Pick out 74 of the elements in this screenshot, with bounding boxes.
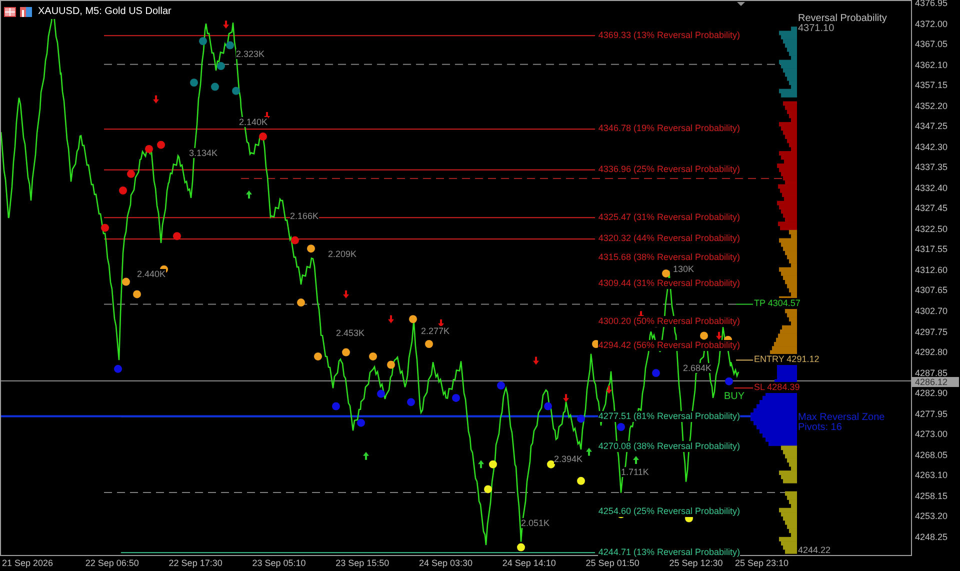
pivots-label: Pivots: 16 [798,423,843,433]
volume-label: 2.051K [521,518,550,528]
time-axis-label: 24 Sep 03:30 [419,558,473,569]
current-price-tag: 4286.12 [912,376,959,387]
volume-label: 3.134K [189,148,218,158]
price-axis-label: 4253.20 [914,511,949,522]
profile-top-price: 4371.10 [798,24,836,34]
price-axis-label: 4268.05 [914,450,949,460]
time-axis-label: 25 Sep 01:50 [586,558,640,569]
price-axis-label: 4332.40 [914,182,949,193]
price-axis-label: 4337.35 [914,162,949,172]
level-label: 4300.20 (50% Reversal Probability) [598,316,740,328]
take-profit-label: TP 4304.57 [754,298,800,310]
signal-label: BUY [724,391,745,402]
price-axis-label: 4342.30 [914,142,949,152]
time-axis-label: 23 Sep 05:10 [252,558,306,569]
level-label: 4294.42 (56% Reversal Probability) [598,340,740,352]
time-axis-label: 21 Sep 2026 [2,558,54,569]
volume-label: 2.684K [683,363,712,373]
volume-label: 2.209K [328,249,357,259]
price-axis-label: 4327.45 [914,203,949,214]
time-axis-label: 22 Sep 17:30 [168,558,222,569]
level-label: 4346.78 (19% Reversal Probability) [598,123,740,134]
price-axis-label: 4376.95 [914,0,949,8]
volume-label: 2.323K [236,49,265,59]
price-axis-label: 4297.75 [914,326,949,336]
level-label: 4325.47 (31% Reversal Probability) [598,212,740,223]
window-title: XAUUSD, M5: Gold US Dollar [38,4,172,19]
level-label: 4277.51 (81% Reversal Probability) [598,410,740,422]
price-axis-label: 4307.65 [914,285,949,296]
price-axis-label: 4352.20 [914,100,949,111]
volume-label: 2.453K [336,328,365,338]
price-axis-label: 4248.25 [914,532,949,542]
price-axis-label: 4317.55 [914,244,949,254]
volume-label: 2.277K [421,326,450,336]
level-label: 4369.33 (13% Reversal Probability) [598,30,740,41]
level-label: 4336.96 (25% Reversal Probability) [598,164,740,175]
price-axis-label: 4282.90 [914,388,949,398]
level-label: 4244.71 (13% Reversal Probability) [598,546,740,558]
time-axis-label: 24 Sep 14:10 [502,558,556,569]
price-axis-label: 4287.85 [914,368,949,378]
price-axis-label: 4273.00 [914,429,949,440]
price-axis-label: 4258.15 [914,490,949,501]
price-axis-label: 4292.80 [914,347,949,358]
price-axis-label: 4357.15 [914,80,949,90]
level-label: 4254.60 (25% Reversal Probability) [598,506,740,517]
level-label: 4315.68 (38% Reversal Probability) [598,252,740,264]
time-axis-label: 22 Sep 06:50 [85,558,139,569]
volume-label: 2.140K [239,117,268,127]
price-axis-label: 4312.60 [914,264,949,275]
level-label: 4309.44 (31% Reversal Probability) [598,278,740,290]
level-label: 4320.32 (44% Reversal Probability) [598,232,740,244]
volume-label: 2.440K [137,269,166,279]
price-axis-label: 4372.00 [914,18,949,29]
time-axis-label: 25 Sep 12:30 [669,558,723,569]
profile-bottom-price: 4244.22 [798,546,831,555]
price-axis-label: 4362.10 [914,60,949,70]
volume-label: 1.711K [621,467,649,477]
price-axis-label: 4302.70 [914,306,949,316]
stop-loss-label: SL 4284.39 [754,382,800,394]
price-axis-label: 4367.05 [914,39,949,50]
level-label: 4270.08 (38% Reversal Probability) [598,441,740,452]
price-axis-label: 4347.25 [914,121,949,132]
volume-label: 2.394K [554,454,583,464]
volume-label: 2.166K [290,211,319,221]
entry-label: ENTRY 4291.12 [754,354,820,366]
max-zone-label: Max Reversal Zone [798,413,885,423]
time-axis-label: 23 Sep 15:50 [336,558,390,569]
price-axis-label: 4263.10 [914,470,949,480]
volume-label: 130K [673,264,694,274]
price-axis-label: 4277.95 [914,408,949,419]
time-axis-label: 25 Sep 23:10 [735,558,789,569]
price-axis-label: 4322.50 [914,224,949,234]
profile-title: Reversal Probability [798,14,887,24]
